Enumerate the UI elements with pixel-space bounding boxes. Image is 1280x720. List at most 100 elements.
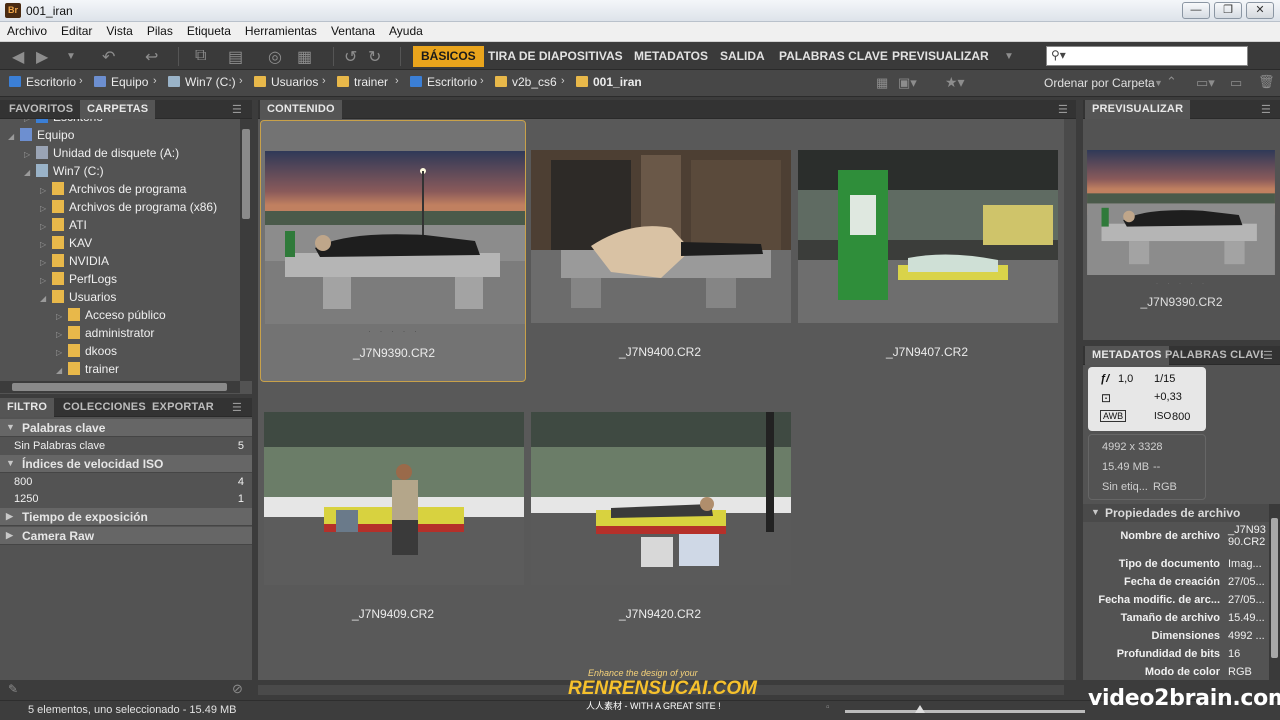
menu-editar[interactable]: Editar <box>54 22 99 41</box>
filter-group-iso[interactable]: ▼ Índices de velocidad ISO <box>0 455 252 473</box>
breadcrumb-win7[interactable]: Win7 (C:) <box>168 75 236 92</box>
tree-expand-icon[interactable]: ▷ <box>24 119 36 123</box>
tree-item[interactable]: ▷ dkoos <box>56 344 117 362</box>
file-properties-header[interactable]: ▼ Propiedades de archivo <box>1083 504 1269 522</box>
sort-dropdown[interactable]: Ordenar por Carpeta <box>1044 76 1155 90</box>
photo-thumbnail[interactable] <box>264 412 524 585</box>
menu-ventana[interactable]: Ventana <box>324 22 382 41</box>
filter-row[interactable]: Sin Palabras clave 5 <box>0 437 252 455</box>
tree-expand-icon[interactable]: ▷ <box>40 204 52 213</box>
workspace-tira-diapositivas[interactable]: TIRA DE DIAPOSITIVAS <box>480 46 631 67</box>
filter-group-palabras-clave[interactable]: ▼ Palabras clave <box>0 419 252 437</box>
recent-folder-icon[interactable]: ↶ <box>102 47 115 67</box>
tree-expand-icon[interactable]: ▷ <box>40 222 52 231</box>
tab-exportar[interactable]: EXPORTAR <box>145 398 221 417</box>
tree-expand-icon[interactable]: ◢ <box>56 366 68 375</box>
maximize-button[interactable]: ❐ <box>1214 2 1242 19</box>
breadcrumb-001-iran[interactable]: 001_iran <box>576 75 642 92</box>
star-filter-icon[interactable]: ★▾ <box>945 74 965 91</box>
tree-item[interactable]: ▷ KAV <box>40 236 92 254</box>
preview-rating-dots[interactable]: · · · · · <box>1083 278 1280 288</box>
thumbnail-card[interactable]: _J7N9409.CR2 <box>260 382 526 644</box>
tab-colecciones[interactable]: COLECCIONES <box>56 398 153 417</box>
tree-expand-icon[interactable]: ◢ <box>8 132 20 141</box>
menu-ayuda[interactable]: Ayuda <box>382 22 430 41</box>
tree-expand-icon[interactable]: ▷ <box>40 240 52 249</box>
metadata-scrollbar[interactable] <box>1269 504 1280 680</box>
filter-row[interactable]: 800 4 <box>0 473 252 491</box>
refine-icon[interactable]: ▤ <box>228 47 243 67</box>
breadcrumb-equipo[interactable]: Equipo <box>94 75 148 92</box>
sort-ascending-icon[interactable]: ⌃ <box>1166 74 1177 90</box>
tab-previsualizar[interactable]: PREVISUALIZAR <box>1085 100 1191 119</box>
tree-expand-icon[interactable]: ▷ <box>24 150 36 159</box>
thumbnail-card[interactable]: · · · · · _J7N9390.CR2 <box>260 120 526 382</box>
thumbnail-card[interactable]: _J7N9407.CR2 <box>794 120 1060 382</box>
tree-item[interactable]: ▷ ATI <box>40 218 87 236</box>
pin-filter-icon[interactable]: ✎ <box>8 682 18 696</box>
breadcrumb-trainer[interactable]: trainer <box>337 75 388 92</box>
scroll-thumb[interactable] <box>242 129 250 219</box>
tree-item[interactable]: ▷ NVIDIA <box>40 254 109 272</box>
photo-thumbnail[interactable] <box>531 150 791 323</box>
workspace-metadatos[interactable]: METADATOS <box>626 46 716 67</box>
photo-thumbnail[interactable] <box>531 412 791 585</box>
search-input[interactable]: ⚲▾ <box>1046 46 1248 66</box>
photo-thumbnail[interactable] <box>798 150 1058 323</box>
tab-palabras-clave[interactable]: PALABRAS CLAVE <box>1163 346 1263 365</box>
delete-icon[interactable]: 🗑 <box>1258 74 1275 90</box>
tab-carpetas[interactable]: CARPETAS <box>80 100 156 119</box>
boomerang-icon[interactable]: ↩ <box>145 47 158 67</box>
tree-item[interactable]: ◢ Win7 (C:) <box>24 164 104 182</box>
rotate-right-icon[interactable]: ↻ <box>368 47 381 67</box>
tree-expand-icon[interactable]: ▷ <box>56 348 68 357</box>
scroll-thumb[interactable] <box>1271 518 1278 658</box>
tree-item[interactable]: ▷ PerfLogs <box>40 272 117 290</box>
workspace-palabras-clave[interactable]: PALABRAS CLAVE <box>771 46 896 67</box>
tree-expand-icon[interactable]: ◢ <box>24 168 36 177</box>
workspace-menu-chevron-icon[interactable]: ▼ <box>1004 51 1014 62</box>
sort-chevron-icon[interactable]: ▼ <box>1154 78 1163 88</box>
close-button[interactable]: ✕ <box>1246 2 1274 19</box>
quality-icon[interactable]: ▦ <box>876 75 888 91</box>
chevron-down-icon[interactable]: ▼ <box>66 51 76 62</box>
tree-expand-icon[interactable]: ▷ <box>56 330 68 339</box>
slider-knob[interactable] <box>915 705 925 713</box>
photo-thumbnail[interactable] <box>265 151 525 324</box>
tree-expand-icon[interactable]: ◢ <box>40 294 52 303</box>
tree-item[interactable]: ▷ Archivos de programa (x86) <box>40 200 217 218</box>
back-icon[interactable]: ◀ <box>12 47 24 67</box>
thumbnail-card[interactable]: _J7N9420.CR2 <box>527 382 793 644</box>
tab-metadatos[interactable]: METADATOS <box>1085 346 1169 365</box>
panel-menu-icon[interactable]: ☰ <box>1263 349 1273 362</box>
tree-item[interactable]: ▷ Escritorio <box>24 119 103 128</box>
open-recent-icon[interactable]: ▭▾ <box>1196 75 1215 91</box>
menu-etiqueta[interactable]: Etiqueta <box>180 22 238 41</box>
forward-icon[interactable]: ▶ <box>36 47 48 67</box>
tree-item[interactable]: ▷ Acceso público <box>56 308 166 326</box>
menu-archivo[interactable]: Archivo <box>0 22 54 41</box>
folder-tree-hscrollbar[interactable] <box>0 381 240 393</box>
panel-menu-icon[interactable]: ☰ <box>232 103 242 116</box>
tree-item[interactable]: ◢ Equipo <box>8 128 74 146</box>
content-scrollbar[interactable] <box>1064 119 1076 680</box>
tab-favoritos[interactable]: FAVORITOS <box>2 100 80 119</box>
menu-vista[interactable]: Vista <box>99 22 139 41</box>
breadcrumb-escritorio-2[interactable]: Escritorio <box>410 75 477 92</box>
panel-menu-icon[interactable]: ☰ <box>1261 103 1271 116</box>
output-icon[interactable]: ▦ <box>297 47 312 67</box>
breadcrumb-usuarios[interactable]: Usuarios <box>254 75 318 92</box>
workspace-previsualizar[interactable]: PREVISUALIZAR <box>884 46 997 67</box>
tree-item[interactable]: ◢ trainer <box>56 362 119 380</box>
preview-image[interactable] <box>1087 150 1275 275</box>
workspace-salida[interactable]: SALIDA <box>712 46 773 67</box>
filter-group-camera-raw[interactable]: ▶ Camera Raw <box>0 527 252 545</box>
new-folder-icon[interactable]: ▭ <box>1230 75 1242 91</box>
breadcrumb-v2b-cs6[interactable]: v2b_cs6 <box>495 75 557 92</box>
thumbnail-card[interactable]: _J7N9400.CR2 <box>527 120 793 382</box>
tree-item[interactable]: ◢ Usuarios <box>40 290 116 308</box>
tree-item[interactable]: ▷ Unidad de disquete (A:) <box>24 146 179 164</box>
workspace-basicos[interactable]: BÁSICOS <box>413 46 484 67</box>
tree-expand-icon[interactable]: ▷ <box>56 312 68 321</box>
tab-filtro[interactable]: FILTRO <box>0 398 55 417</box>
